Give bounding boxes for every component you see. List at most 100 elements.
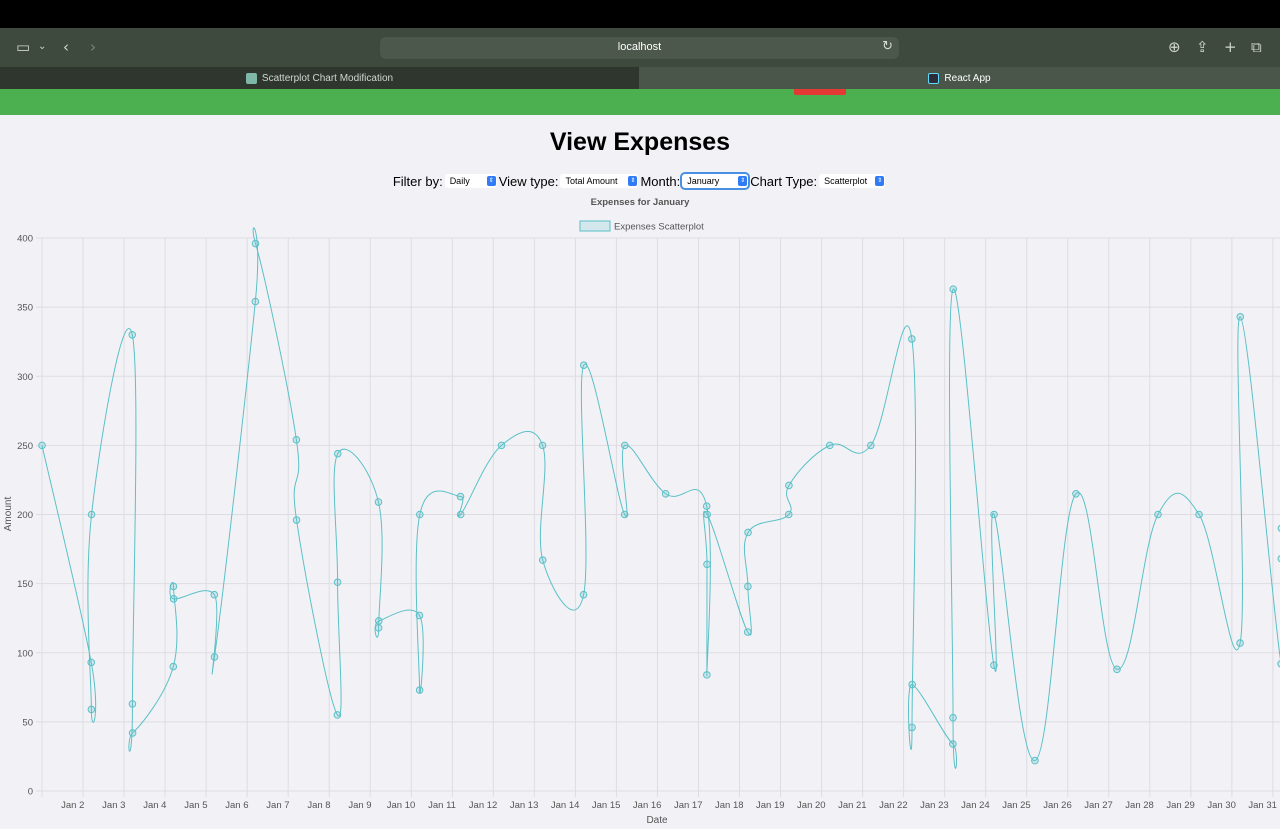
- chart-legend[interactable]: Expenses Scatterplot: [579, 220, 704, 233]
- month-label: Month:: [640, 173, 681, 189]
- x-tick-label: Jan 6: [225, 800, 248, 811]
- data-point[interactable]: [210, 590, 219, 599]
- data-point[interactable]: [169, 595, 178, 603]
- download-icon[interactable]: ⊕: [1168, 38, 1181, 56]
- data-point[interactable]: [1113, 665, 1121, 674]
- x-tick-label: Jan 11: [428, 800, 456, 811]
- data-point[interactable]: [251, 239, 260, 248]
- filter-by-select[interactable]: Daily ⇕: [444, 174, 497, 188]
- data-point[interactable]: [38, 441, 46, 450]
- data-point[interactable]: [744, 582, 752, 591]
- data-point[interactable]: [538, 556, 547, 564]
- data-point[interactable]: [87, 510, 96, 519]
- sidebar-toggle-icon[interactable]: ▭: [16, 38, 30, 56]
- data-point[interactable]: [128, 700, 137, 708]
- data-point[interactable]: [1195, 510, 1203, 519]
- data-point[interactable]: [251, 297, 260, 306]
- x-tick-label: Jan 22: [879, 800, 908, 811]
- new-tab-icon[interactable]: +: [1224, 38, 1237, 56]
- data-point[interactable]: [333, 711, 342, 719]
- data-point[interactable]: [620, 441, 629, 450]
- forward-icon[interactable]: ›: [90, 38, 96, 56]
- data-point[interactable]: [579, 590, 588, 599]
- data-point[interactable]: [1031, 756, 1039, 765]
- data-point[interactable]: [415, 611, 424, 620]
- x-tick-label: Jan 27: [1084, 800, 1113, 811]
- logout-button[interactable]: [794, 89, 846, 95]
- data-point[interactable]: [784, 510, 793, 519]
- data-point[interactable]: [949, 740, 957, 748]
- address-bar[interactable]: localhost ↻: [380, 37, 899, 59]
- tab-scatterplot-chart-modification[interactable]: Scatterplot Chart Modification: [0, 67, 639, 89]
- x-tick-label: Jan 28: [1125, 800, 1154, 811]
- data-point[interactable]: [908, 335, 916, 343]
- y-axis-title: Amount: [3, 497, 14, 532]
- data-point[interactable]: [744, 528, 752, 537]
- x-tick-label: Jan 16: [633, 800, 662, 811]
- data-point[interactable]: [1154, 510, 1162, 519]
- data-point[interactable]: [702, 502, 711, 511]
- tab-react-app[interactable]: React App: [639, 67, 1280, 89]
- data-point[interactable]: [210, 653, 219, 661]
- data-point[interactable]: [169, 662, 178, 671]
- x-tick-label: Jan 15: [592, 800, 621, 811]
- x-tick-label: Jan 2: [61, 800, 84, 811]
- data-point[interactable]: [1072, 489, 1080, 498]
- data-point[interactable]: [292, 436, 301, 444]
- chevron-down-icon[interactable]: ⌄: [38, 38, 46, 56]
- data-point[interactable]: [374, 624, 383, 632]
- data-point[interactable]: [456, 510, 465, 519]
- data-point[interactable]: [374, 617, 383, 625]
- x-tick-label: Jan 30: [1207, 800, 1236, 811]
- data-point[interactable]: [703, 510, 711, 519]
- data-point[interactable]: [415, 686, 424, 694]
- data-point[interactable]: [908, 680, 916, 689]
- data-point[interactable]: [169, 582, 178, 591]
- view-type-value: Total Amount: [565, 176, 618, 186]
- reload-icon[interactable]: ↻: [882, 39, 893, 54]
- data-point[interactable]: [128, 729, 137, 737]
- data-point[interactable]: [416, 510, 424, 519]
- data-point[interactable]: [703, 560, 711, 569]
- data-point[interactable]: [908, 723, 916, 732]
- data-point[interactable]: [990, 661, 998, 669]
- data-point[interactable]: [867, 441, 875, 450]
- data-point[interactable]: [87, 658, 96, 667]
- tab-overview-icon[interactable]: ⧉: [1251, 38, 1262, 56]
- data-point[interactable]: [661, 489, 670, 498]
- chart-type-select[interactable]: Scatterplot ⇕: [819, 174, 886, 188]
- data-point[interactable]: [703, 671, 711, 679]
- data-point[interactable]: [1236, 313, 1245, 321]
- data-point[interactable]: [128, 330, 137, 339]
- view-type-label: View type:: [498, 173, 559, 189]
- month-select[interactable]: January ⇕: [680, 172, 751, 190]
- view-type-select[interactable]: Total Amount ⇕: [560, 174, 639, 188]
- tab-bar: Scatterplot Chart Modification React App: [0, 67, 1280, 89]
- x-tick-label: Jan 21: [838, 800, 867, 811]
- chart-grid: [36, 237, 1280, 797]
- back-icon[interactable]: ‹: [63, 38, 69, 56]
- data-point[interactable]: [579, 361, 588, 369]
- data-point[interactable]: [949, 713, 957, 722]
- data-point[interactable]: [620, 510, 629, 519]
- data-point[interactable]: [743, 628, 752, 636]
- filter-by-value: Daily: [449, 176, 470, 186]
- data-point[interactable]: [333, 449, 342, 458]
- data-point[interactable]: [825, 441, 834, 450]
- data-point[interactable]: [292, 516, 301, 524]
- share-icon[interactable]: ⇪: [1196, 38, 1209, 56]
- data-point[interactable]: [87, 705, 96, 714]
- data-point[interactable]: [949, 285, 957, 293]
- data-point[interactable]: [456, 492, 465, 501]
- y-tick-label: 350: [17, 303, 33, 314]
- data-point[interactable]: [497, 441, 506, 450]
- data-point[interactable]: [990, 510, 998, 519]
- x-tick-label: Jan 18: [715, 800, 744, 811]
- data-point[interactable]: [785, 481, 793, 490]
- data-point[interactable]: [333, 578, 342, 587]
- data-point[interactable]: [1236, 639, 1244, 647]
- data-point[interactable]: [374, 498, 383, 506]
- y-tick-label: 50: [22, 717, 33, 728]
- x-tick-label: Jan 4: [143, 800, 166, 811]
- data-point[interactable]: [538, 441, 547, 450]
